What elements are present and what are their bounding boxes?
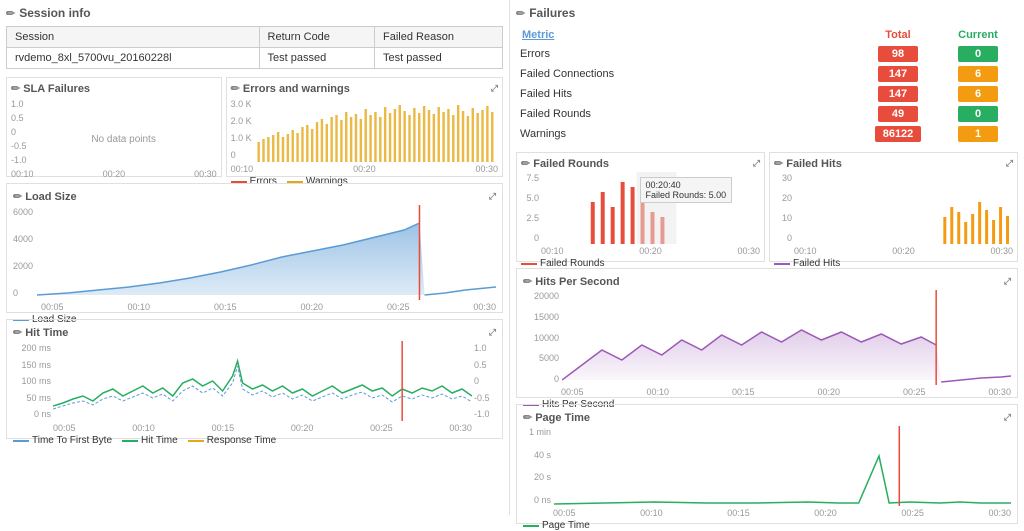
failures-row-warnings: Warnings 86122 1 — [516, 124, 1018, 144]
warnings-total-badge: 86122 — [875, 126, 922, 142]
sla-chart-title: ✏ SLA Failures — [11, 82, 217, 95]
failures-section: ✏ Failures Metric Total Current Errors 9… — [516, 6, 1018, 144]
failures-row-connections: Failed Connections 147 6 — [516, 64, 1018, 84]
connections-total-badge: 147 — [878, 66, 918, 82]
connections-current-badge: 6 — [958, 66, 998, 82]
hits-per-second-chart: ✏ Hits Per Second ⤢ 20000 15000 10000 50… — [516, 268, 1018, 398]
page-time-svg — [554, 426, 1011, 506]
failed-reason-value: Test passed — [375, 48, 503, 69]
response-time-legend: Response Time — [188, 435, 276, 446]
errors-warnings-chart: ✏ Errors and warnings ⤢ 3.0 K 2.0 K 1.0 … — [226, 77, 503, 177]
session-info-section: ✏ Session info Session Return Code Faile… — [6, 6, 503, 69]
failed-hits-expand[interactable]: ⤢ — [1006, 158, 1013, 169]
hit-time-svg — [53, 341, 472, 421]
errors-current-badge: 0 — [958, 46, 998, 62]
pagetime-expand-icon[interactable]: ⤢ — [1004, 412, 1011, 423]
failures-row-errors: Errors 98 0 — [516, 44, 1018, 64]
hit-time-chart: ✏ Hit Time ⤢ 200 ms 150 ms 100 ms 50 ms … — [6, 319, 503, 439]
hits-current-badge: 6 — [958, 86, 998, 102]
return-code-col-header: Return Code — [259, 27, 374, 48]
failures-table: Metric Total Current Errors 98 0 Failed … — [516, 26, 1018, 144]
session-table: Session Return Code Failed Reason rvdemo… — [6, 26, 503, 69]
rounds-current-badge: 0 — [958, 106, 998, 122]
hits-total-badge: 147 — [878, 86, 918, 102]
page-time-title: ✏ Page Time ⤢ — [523, 411, 1011, 424]
sla-no-data: No data points — [91, 134, 156, 145]
load-size-title: ✏ Load Size ⤢ — [13, 190, 496, 203]
pencil-icon: ✏ — [6, 7, 15, 20]
hps-expand-icon[interactable]: ⤢ — [1004, 276, 1011, 287]
failed-rounds-title: ✏ Failed Rounds ⤢ — [521, 157, 760, 170]
failures-row-rounds: Failed Rounds 49 0 — [516, 104, 1018, 124]
warnings-current-badge: 1 — [958, 126, 998, 142]
session-row: rvdemo_8xl_5700vu_20160228l Test passed … — [7, 48, 503, 69]
failures-title: Failures — [529, 6, 575, 20]
page-time-legend: Page Time — [523, 520, 590, 531]
failed-hits-chart: ✏ Failed Hits ⤢ 30 20 10 0 — [769, 152, 1018, 262]
metric-col-header: Metric — [516, 26, 858, 44]
failures-row-hits: Failed Hits 147 6 — [516, 84, 1018, 104]
hit-time-title: ✏ Hit Time ⤢ — [13, 326, 496, 339]
hps-svg — [562, 290, 1011, 385]
session-info-title: Session info — [19, 6, 90, 20]
hits-per-second-title: ✏ Hits Per Second ⤢ — [523, 275, 1011, 288]
session-col-header: Session — [7, 27, 260, 48]
current-col-header: Current — [938, 26, 1018, 44]
hittime-expand-icon[interactable]: ⤢ — [489, 327, 496, 338]
session-info-header: ✏ Session info — [6, 6, 503, 20]
failed-rounds-expand[interactable]: ⤢ — [753, 158, 760, 169]
failed-hits-title: ✏ Failed Hits ⤢ — [774, 157, 1013, 170]
session-id: rvdemo_8xl_5700vu_20160228l — [7, 48, 260, 69]
errors-total-badge: 98 — [878, 46, 918, 62]
load-expand-icon[interactable]: ⤢ — [489, 191, 496, 202]
hit-time-legend: Hit Time — [122, 435, 178, 446]
failed-hits-svg — [794, 172, 1013, 244]
top-charts-row: ✏ SLA Failures 1.0 0.5 0 -0.5 -1.0 No da… — [6, 77, 503, 177]
load-size-chart: ✏ Load Size ⤢ 6000 4000 2000 0 — [6, 183, 503, 313]
errors-chart-title: ✏ Errors and warnings ⤢ — [231, 82, 498, 95]
page-time-chart: ✏ Page Time ⤢ 1 min 40 s 20 s 0 ns — [516, 404, 1018, 524]
failed-rounds-chart: ✏ Failed Rounds ⤢ 7.5 5.0 2.5 0 — [516, 152, 765, 262]
failed-charts-row: ✏ Failed Rounds ⤢ 7.5 5.0 2.5 0 — [516, 152, 1018, 262]
failed-rounds-tooltip: 00:20:40 Failed Rounds: 5.00 — [640, 177, 733, 203]
load-size-svg — [37, 205, 496, 300]
rounds-total-badge: 49 — [878, 106, 918, 122]
failures-header: ✏ Failures — [516, 6, 1018, 20]
return-code-value: Test passed — [259, 48, 374, 69]
errors-warnings-svg — [255, 97, 498, 162]
failed-reason-col-header: Failed Reason — [375, 27, 503, 48]
ttfb-legend: Time To First Byte — [13, 435, 112, 446]
expand-icon[interactable]: ⤢ — [491, 83, 498, 94]
total-col-header: Total — [858, 26, 938, 44]
sla-failures-chart: ✏ SLA Failures 1.0 0.5 0 -0.5 -1.0 No da… — [6, 77, 222, 177]
